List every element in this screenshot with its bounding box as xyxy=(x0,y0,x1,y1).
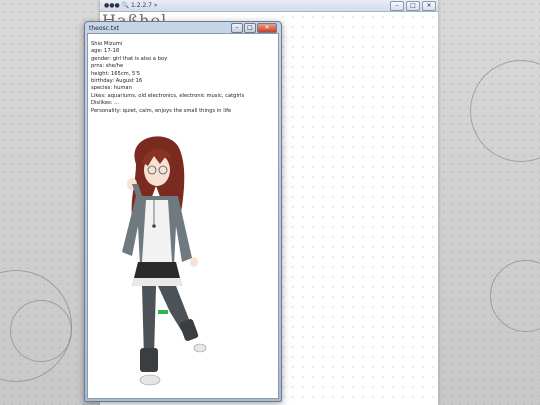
close-icon[interactable]: ✕ xyxy=(257,23,277,33)
profile-text: Shio Mizumi age: 17-18 gender: girl that… xyxy=(91,41,244,115)
line-age: age: 17-18 xyxy=(91,48,120,55)
character-illustration xyxy=(122,136,207,386)
desktop: ●●● 🔍 1.2.2.7 » – □ ✕ Haßhol ... theosc.… xyxy=(0,0,540,405)
line-name: Shio Mizumi xyxy=(91,41,123,47)
text-editor-area[interactable]: Shio Mizumi age: 17-18 gender: girl that… xyxy=(87,33,279,399)
line-likes: Likes: aquariums, old electronics, elect… xyxy=(91,92,245,99)
background-pattern xyxy=(278,12,438,405)
maximize-icon[interactable]: □ xyxy=(406,1,420,11)
minimize-icon[interactable]: – xyxy=(231,23,243,33)
line-dislikes: Dislikes: ... xyxy=(91,100,120,107)
line-species: species: human xyxy=(91,85,132,92)
minimize-icon[interactable]: – xyxy=(390,1,404,11)
line-pronouns: prns: she/he xyxy=(91,63,124,70)
close-icon[interactable]: ✕ xyxy=(422,1,436,11)
line-gender: gender: girl that is also a boy xyxy=(91,55,168,62)
line-personality: Personality: quiet, calm, enjoys the sma… xyxy=(91,107,232,114)
line-height: height: 165cm, 5'5 xyxy=(91,70,141,77)
maximize-icon[interactable]: □ xyxy=(244,23,256,33)
wallpaper-swirl xyxy=(10,300,72,362)
line-birthday: birthday: August 16 xyxy=(91,78,143,85)
notepad-window[interactable]: theosc.txt – □ ✕ Shio Mizumi age: 17-18 … xyxy=(84,21,282,402)
background-window-title: ●●● 🔍 1.2.2.7 » xyxy=(104,2,158,9)
window-title: theosc.txt xyxy=(89,25,120,32)
